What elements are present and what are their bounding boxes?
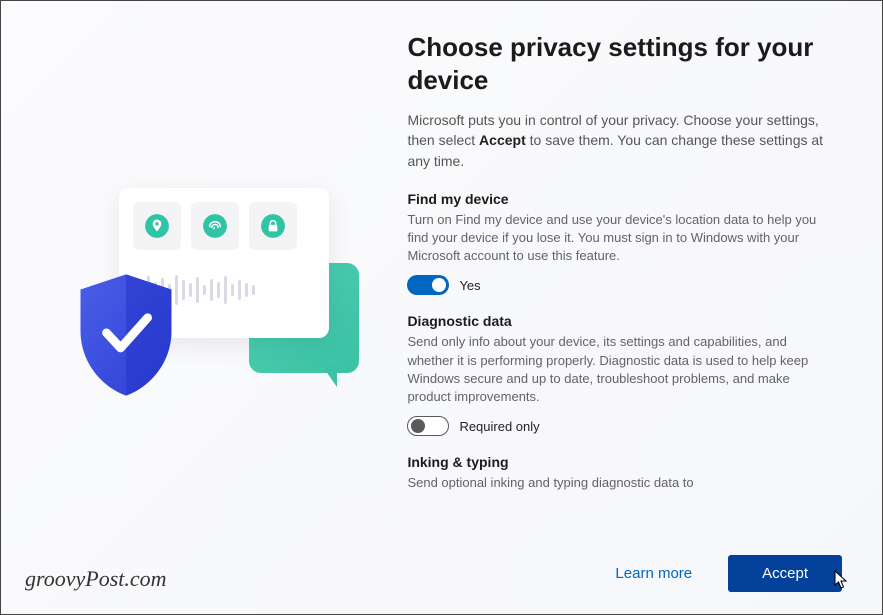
- find-my-device-toggle[interactable]: [407, 275, 449, 295]
- privacy-illustration: [39, 178, 359, 438]
- subtitle-bold: Accept: [479, 132, 526, 148]
- page-subtitle: Microsoft puts you in control of your pr…: [407, 110, 842, 171]
- setting-inking-typing: Inking & typing Send optional inking and…: [407, 454, 834, 492]
- illustration-pane: [1, 1, 397, 614]
- toggle-state-label: Required only: [459, 419, 539, 434]
- learn-more-link[interactable]: Learn more: [615, 565, 692, 582]
- diagnostic-data-toggle[interactable]: [407, 416, 449, 436]
- page-title: Choose privacy settings for your device: [407, 31, 842, 96]
- setting-desc: Send optional inking and typing diagnost…: [407, 474, 834, 492]
- watermark: groovyPost.com: [25, 566, 167, 592]
- location-pin-icon: [133, 202, 181, 250]
- toggle-state-label: Yes: [459, 278, 480, 293]
- footer-actions: Learn more Accept: [615, 555, 842, 592]
- settings-list[interactable]: Find my device Turn on Find my device an…: [407, 191, 842, 614]
- fingerprint-icon: [191, 202, 239, 250]
- shield-check-icon: [71, 270, 181, 400]
- setting-find-my-device: Find my device Turn on Find my device an…: [407, 191, 834, 296]
- setting-title: Inking & typing: [407, 454, 834, 470]
- setting-title: Find my device: [407, 191, 834, 207]
- setting-desc: Send only info about your device, its se…: [407, 333, 834, 406]
- lock-icon: [249, 202, 297, 250]
- content-pane: Choose privacy settings for your device …: [397, 1, 882, 614]
- setting-diagnostic-data: Diagnostic data Send only info about you…: [407, 313, 834, 436]
- accept-button[interactable]: Accept: [728, 555, 842, 592]
- setting-desc: Turn on Find my device and use your devi…: [407, 211, 834, 266]
- setting-title: Diagnostic data: [407, 313, 834, 329]
